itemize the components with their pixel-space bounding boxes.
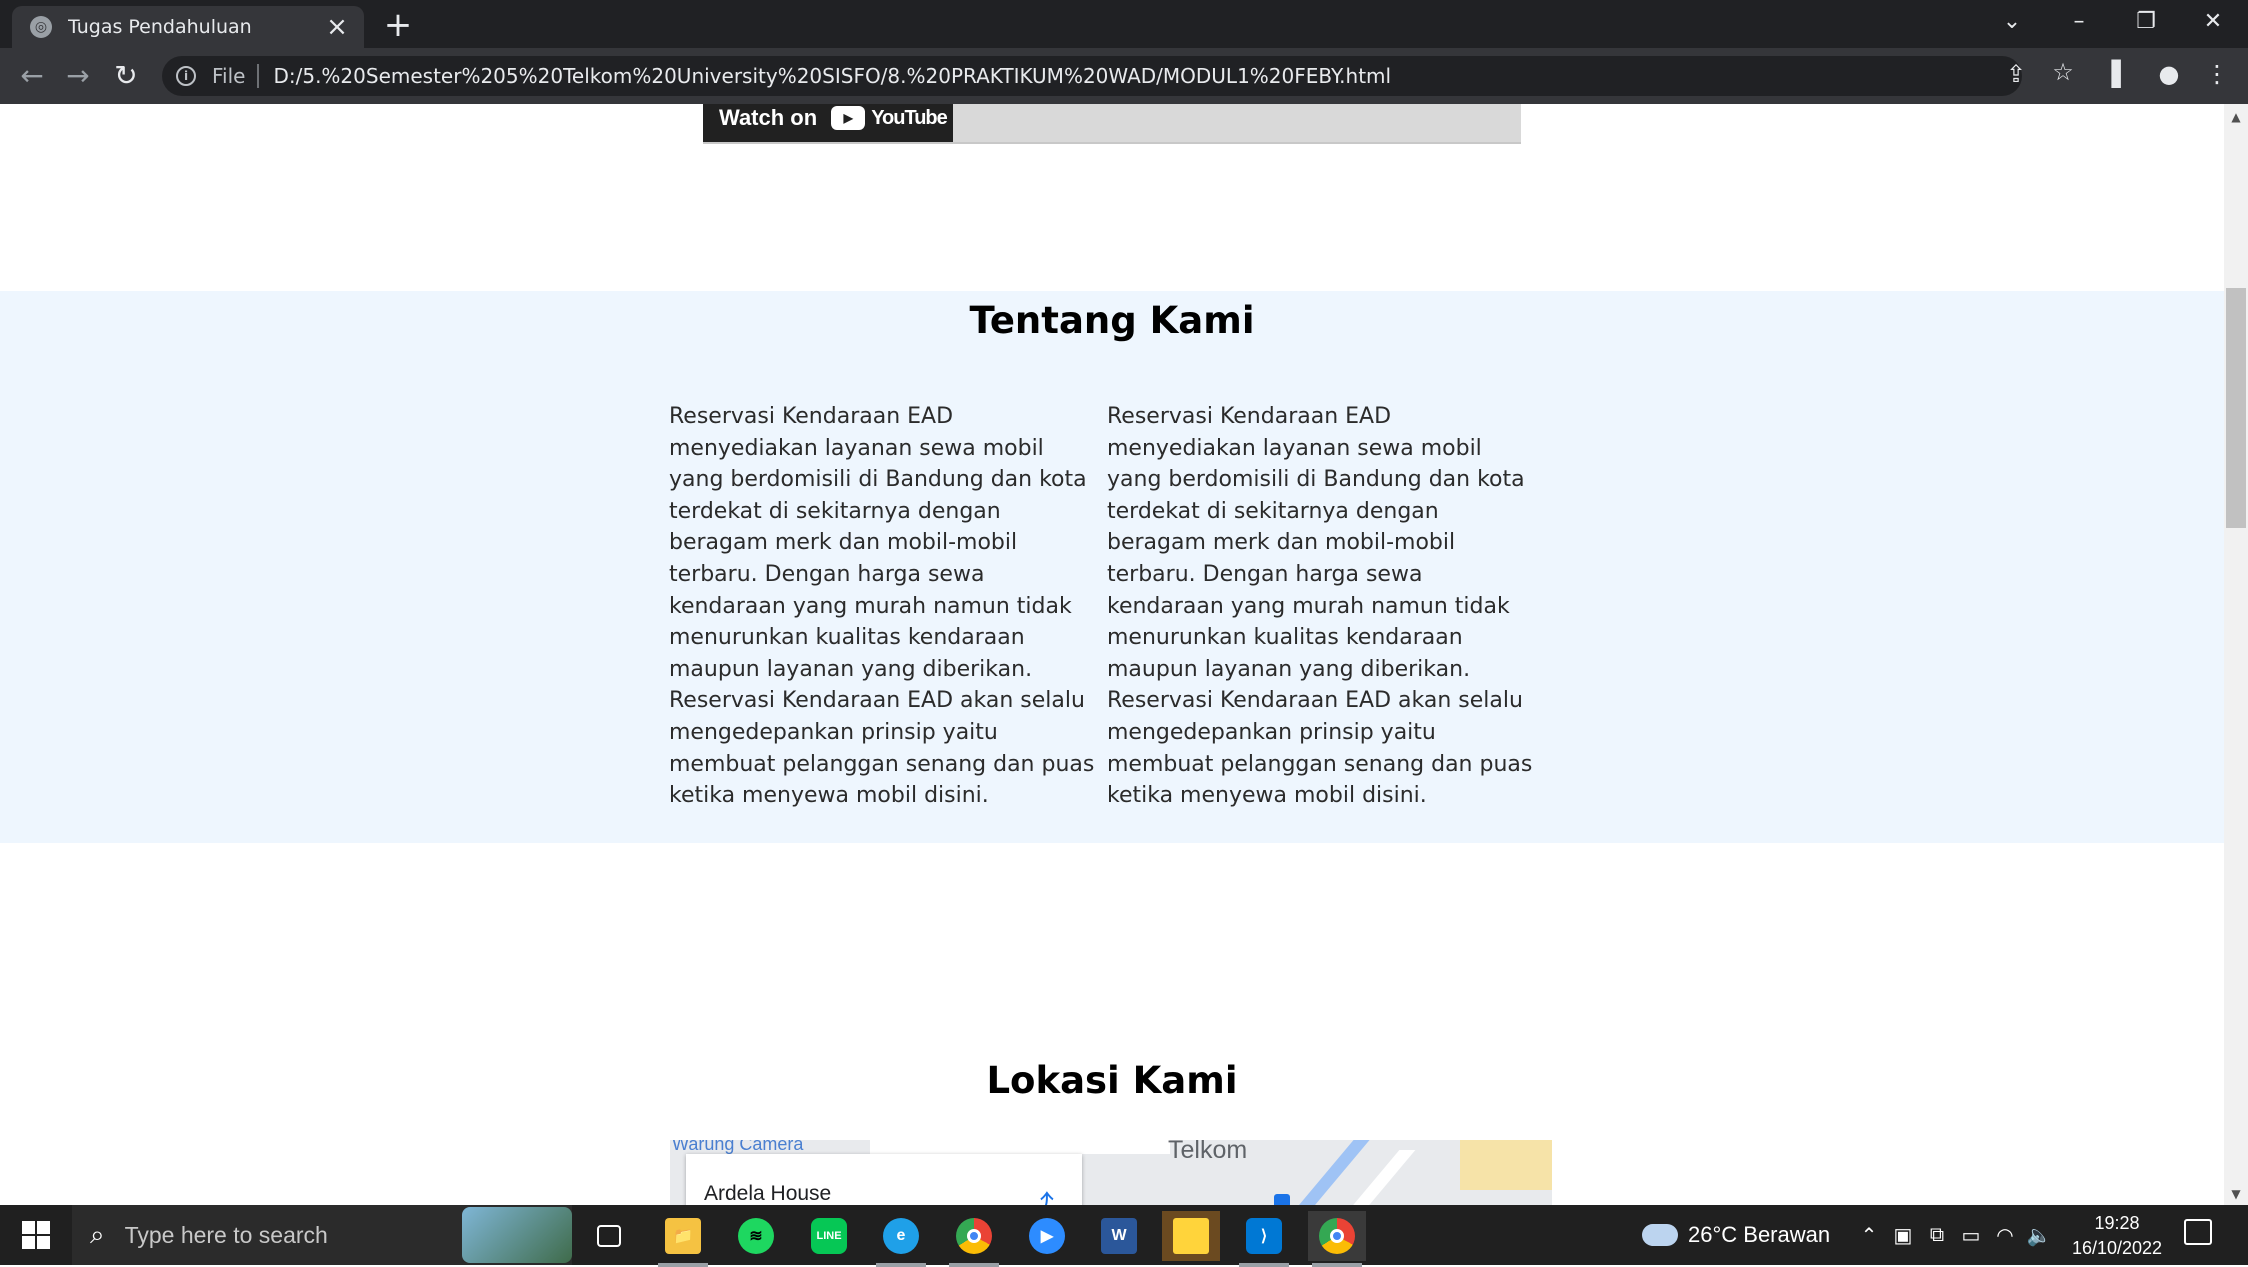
clock-time: 19:28 — [2094, 1213, 2140, 1233]
page-viewport: Watch on ▶ YouTube Tentang Kami Reservas… — [0, 104, 2224, 1205]
search-highlight-image — [462, 1207, 572, 1263]
about-paragraph-2: Reservasi Kendaraan EAD menyediakan laya… — [1107, 404, 1533, 809]
map-place-card: Ardela House ⤴ — [686, 1154, 1082, 1205]
scroll-down-icon[interactable]: ▼ — [2224, 1187, 2248, 1201]
watch-on-label: Watch on — [719, 105, 818, 130]
windows-start-icon[interactable] — [22, 1221, 50, 1249]
map-label: Telkom — [1168, 1140, 1248, 1164]
map-road — [870, 1140, 1170, 1154]
notification-icon[interactable] — [2184, 1219, 2212, 1245]
volume-icon[interactable]: 🔈 — [2022, 1223, 2056, 1248]
tab-title: Tugas Pendahuluan — [68, 16, 252, 38]
chevron-up-icon[interactable]: ⌃ — [1852, 1223, 1886, 1248]
vscode-icon[interactable]: ⟩ — [1235, 1211, 1293, 1267]
meet-now-icon[interactable]: ▣ — [1886, 1223, 1920, 1248]
cloud-icon — [1642, 1224, 1678, 1246]
watch-on-youtube-button[interactable]: Watch on ▶ YouTube — [703, 104, 953, 142]
about-section: Tentang Kami Reservasi Kendaraan EAD men… — [0, 291, 2224, 843]
word-icon[interactable]: W — [1090, 1211, 1148, 1261]
map-road — [1286, 1140, 1370, 1205]
weather-text: 26°C Berawan — [1688, 1222, 1831, 1247]
address-separator — [257, 64, 260, 88]
bus-stop-icon[interactable] — [1274, 1194, 1290, 1205]
new-tab-button[interactable]: + — [380, 8, 416, 42]
address-bar[interactable]: i File D:/5.%20Semester%205%20Telkom%20U… — [162, 56, 2022, 96]
battery-icon[interactable]: ▭ — [1954, 1223, 1988, 1248]
url-text[interactable]: D:/5.%20Semester%205%20Telkom%20Universi… — [273, 64, 1391, 88]
browser-tab[interactable]: ◎ Tugas Pendahuluan × — [12, 6, 364, 48]
close-window-icon[interactable]: ✕ — [2193, 4, 2233, 40]
search-icon: ⌕ — [90, 1219, 105, 1250]
about-title: Tentang Kami — [969, 299, 1255, 342]
tab-search-icon[interactable]: ⌄ — [1992, 4, 2032, 40]
about-paragraph-1: Reservasi Kendaraan EAD menyediakan laya… — [669, 404, 1095, 809]
page-scrollbar[interactable]: ▲ ▼ — [2224, 104, 2248, 1205]
share-icon[interactable]: ⇪ — [1999, 60, 2033, 88]
browser-tab-bar: ◎ Tugas Pendahuluan × + ⌄ – ❐ ✕ — [0, 0, 2248, 48]
system-tray: ⌃ ▣ ⧉ ▭ ◠ 🔈 — [1852, 1205, 2056, 1265]
menu-icon[interactable]: ⋮ — [2200, 60, 2234, 88]
back-arrow-icon[interactable]: ← — [12, 58, 52, 94]
restore-icon[interactable]: ❐ — [2126, 4, 2166, 40]
windows-taskbar: ⌕ Type here to search 📁 ≋ LINE e ▶ W ⟩ 2… — [0, 1205, 2248, 1267]
youtube-play-icon: ▶ — [831, 106, 866, 130]
scroll-thumb[interactable] — [2226, 288, 2246, 528]
profile-icon[interactable]: ● — [2152, 60, 2186, 88]
search-placeholder: Type here to search — [124, 1221, 328, 1248]
reload-icon[interactable]: ↻ — [106, 58, 146, 94]
chrome-active-icon[interactable] — [1308, 1211, 1366, 1267]
location-title: Lokasi Kami — [986, 1059, 1238, 1102]
forward-arrow-icon[interactable]: → — [58, 58, 98, 94]
zoom-icon[interactable]: ▶ — [1018, 1211, 1076, 1261]
directions-icon[interactable]: ⤴ — [1026, 1184, 1054, 1205]
globe-icon: ◎ — [30, 16, 52, 38]
spotify-icon[interactable]: ≋ — [727, 1211, 785, 1261]
youtube-embed[interactable]: Watch on ▶ YouTube — [703, 104, 1521, 144]
bookmark-star-icon[interactable]: ☆ — [2046, 58, 2080, 86]
taskbar-search[interactable]: ⌕ Type here to search — [72, 1205, 572, 1265]
display-icon[interactable]: ⧉ — [1920, 1224, 1954, 1247]
map-building — [1460, 1140, 1552, 1190]
chrome-icon[interactable] — [945, 1211, 1003, 1267]
map-place-name[interactable]: Ardela House — [704, 1182, 831, 1205]
map-label: Warung Camera — [672, 1140, 804, 1154]
wifi-icon[interactable]: ◠ — [1988, 1223, 2022, 1248]
line-icon[interactable]: LINE — [800, 1211, 858, 1261]
task-view-icon[interactable] — [580, 1211, 638, 1261]
clock-date: 16/10/2022 — [2071, 1238, 2163, 1258]
side-panel-icon[interactable]: ▌ — [2104, 60, 2138, 88]
browser-toolbar: ← → ↻ i File D:/5.%20Semester%205%20Telk… — [0, 48, 2248, 104]
info-icon[interactable]: i — [176, 66, 196, 86]
close-tab-icon[interactable]: × — [324, 12, 350, 42]
url-scheme-label: File — [212, 64, 246, 88]
youtube-wordmark: YouTube — [871, 106, 948, 129]
scroll-up-icon[interactable]: ▲ — [2224, 110, 2248, 124]
file-explorer-icon[interactable]: 📁 — [654, 1211, 712, 1267]
weather-widget[interactable]: 26°C Berawan — [1642, 1205, 1830, 1265]
minimize-icon[interactable]: – — [2059, 4, 2099, 40]
sticky-notes-icon[interactable] — [1162, 1211, 1220, 1261]
edge-icon[interactable]: e — [872, 1211, 930, 1267]
google-map-embed[interactable]: Warung Camera Telkom Ardela House ⤴ — [670, 1140, 1552, 1205]
taskbar-clock[interactable]: 19:28 16/10/2022 — [2062, 1211, 2172, 1261]
